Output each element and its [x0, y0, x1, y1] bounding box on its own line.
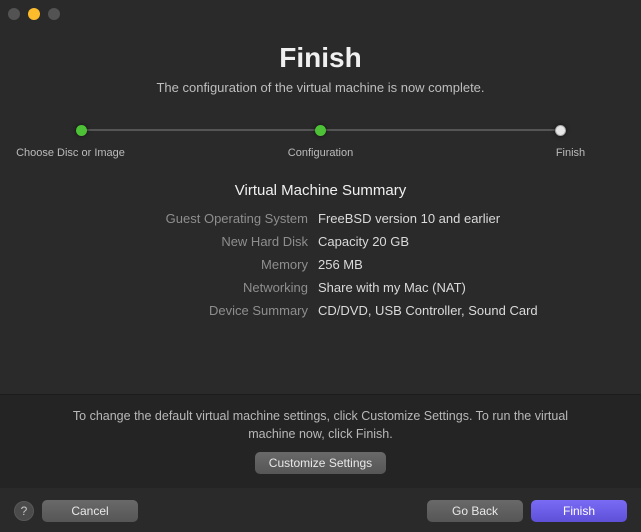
- step-label-finish: Finish: [511, 146, 631, 160]
- summary-value: Capacity 20 GB: [318, 234, 641, 249]
- summary-value: 256 MB: [318, 257, 641, 272]
- go-back-button[interactable]: Go Back: [427, 500, 523, 522]
- close-icon[interactable]: [8, 8, 20, 20]
- step-dot-choose-disc: [76, 125, 87, 136]
- summary-value: CD/DVD, USB Controller, Sound Card: [318, 303, 641, 318]
- summary-key: Device Summary: [0, 303, 308, 318]
- step-label-choose-disc: Choose Disc or Image: [11, 146, 131, 160]
- summary-key: Guest Operating System: [0, 211, 308, 226]
- summary-section: Virtual Machine Summary Guest Operating …: [0, 182, 641, 318]
- page-subtitle: The configuration of the virtual machine…: [0, 80, 641, 95]
- page-title: Finish: [0, 42, 641, 74]
- window-traffic-lights: [8, 8, 60, 20]
- step-dot-configuration: [315, 125, 326, 136]
- summary-title: Virtual Machine Summary: [0, 182, 641, 199]
- summary-key: Memory: [0, 257, 308, 272]
- summary-key: New Hard Disk: [0, 234, 308, 249]
- summary-key: Networking: [0, 280, 308, 295]
- step-dot-finish: [555, 125, 566, 136]
- summary-value: Share with my Mac (NAT): [318, 280, 641, 295]
- zoom-icon[interactable]: [48, 8, 60, 20]
- hint-text: To change the default virtual machine se…: [48, 407, 593, 445]
- summary-grid: Guest Operating System FreeBSD version 1…: [0, 211, 641, 318]
- customize-settings-button[interactable]: Customize Settings: [255, 452, 386, 474]
- hint-panel: To change the default virtual machine se…: [0, 394, 641, 489]
- minimize-icon[interactable]: [28, 8, 40, 20]
- help-button[interactable]: ?: [14, 501, 34, 521]
- summary-value: FreeBSD version 10 and earlier: [318, 211, 641, 226]
- step-label-configuration: Configuration: [261, 146, 381, 160]
- wizard-steps: [76, 125, 566, 136]
- finish-button[interactable]: Finish: [531, 500, 627, 522]
- cancel-button[interactable]: Cancel: [42, 500, 138, 522]
